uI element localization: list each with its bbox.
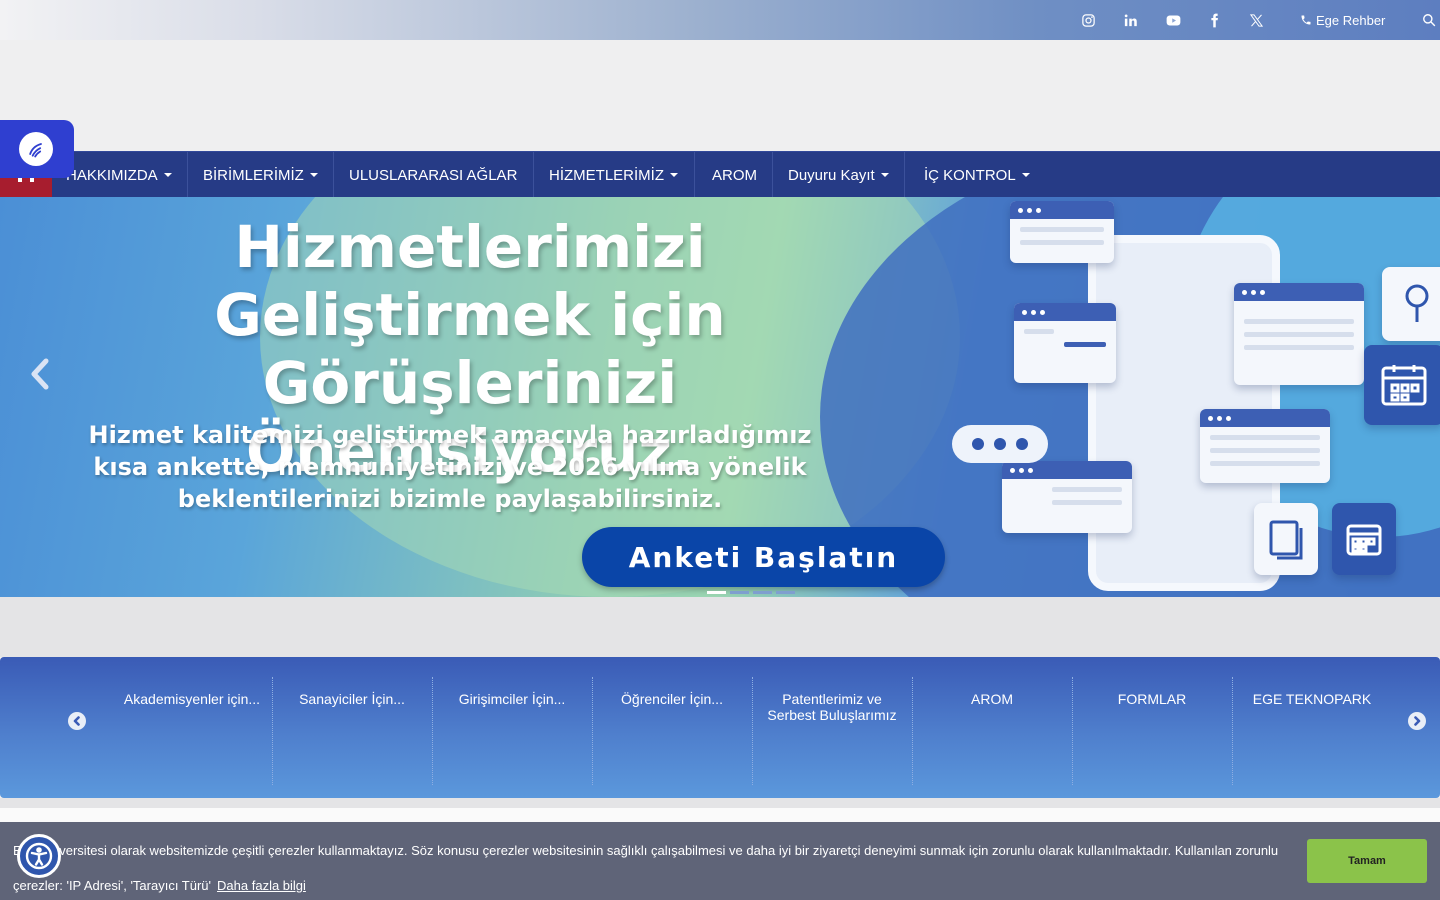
caret-down-icon [1021,173,1030,177]
carousel-next-chevron-icon[interactable] [1408,712,1426,730]
phone-icon [1301,15,1311,25]
quick-link-sanayiciler[interactable]: Sanayiciler İçin... [272,677,432,785]
home-menu-toggle[interactable] [0,176,52,198]
instagram-icon[interactable] [1068,0,1108,40]
search-icon[interactable] [1418,0,1440,40]
illustration-card [1002,461,1132,533]
top-bar: Ege Rehber [0,0,1440,40]
nav-item-uluslararasi-aglar[interactable]: ULUSLARARASI AĞLAR [349,152,517,198]
caret-down-icon [309,173,318,177]
calendar-illustration-icon [1332,503,1396,575]
search-illustration-icon [1382,267,1440,341]
quick-link-ogrenciler[interactable]: Öğrenciler İçin... [592,677,752,785]
slider-dot[interactable] [753,591,772,594]
caret-down-icon [163,173,172,177]
illustration-card [1200,409,1330,483]
accessibility-widget-button[interactable] [0,120,74,178]
quick-link-arom[interactable]: AROM [912,677,1072,785]
nav-item-birimlerimiz[interactable]: BİRİMLERİMİZ [203,152,318,198]
slider-prev-chevron-icon[interactable] [26,357,56,391]
illustration-card [1234,283,1364,385]
slider-dots [707,591,795,594]
illustration-card [1014,303,1116,383]
cookie-text: Ege Üniversitesi olarak websitemizde çeş… [13,843,1279,893]
document-illustration-icon [1254,503,1318,575]
youtube-icon[interactable] [1153,0,1193,40]
slide-subtitle: Hizmet kalitemizi geliştirmek amacıyla h… [88,421,812,513]
chat-bubble-illustration [952,425,1048,463]
accessibility-icon [19,132,53,166]
slider-dot[interactable] [707,591,726,594]
header-logo-area [0,40,1440,151]
nav-item-ic-kontrol[interactable]: İÇ KONTROL [924,152,1030,198]
caret-down-icon [670,173,678,177]
caret-down-icon [880,173,889,177]
quick-links-carousel: Akademisyenler için... Sanayiciler İçin.… [0,657,1440,798]
cookie-accept-button[interactable]: Tamam [1307,839,1427,883]
start-survey-button[interactable]: Anketi Başlatın [582,527,945,587]
cookie-more-info-link[interactable]: Daha fazla bilgi [217,878,306,893]
ege-rehber-label: Ege Rehber [1316,12,1386,28]
facebook-icon[interactable] [1194,0,1234,40]
accessibility-person-icon [25,842,53,870]
cookie-consent-bar: Ege Üniversitesi olarak websitemizde çeş… [0,822,1440,900]
slider-dot[interactable] [730,591,749,594]
accessibility-floating-button[interactable] [17,834,61,878]
illustration-card [1010,201,1114,263]
main-navigation: HAKKIMIZDA BİRİMLERİMİZ ULUSLARARASI AĞL… [0,151,1440,198]
quick-link-ege-teknopark[interactable]: EGE TEKNOPARK [1232,677,1392,785]
quick-link-girisimciler[interactable]: Girişimciler İçin... [432,677,592,785]
nav-item-hizmetlerimiz[interactable]: HİZMETLERİMİZ [549,152,678,198]
nav-item-arom[interactable]: AROM [712,152,757,198]
calendar-illustration-icon [1364,345,1440,425]
nav-item-duyuru-kayit[interactable]: Duyuru Kayıt [788,152,889,198]
hero-slider: Hizmetlerimizi Geliştirmek için Görüşler… [0,197,1440,597]
quick-link-patentler[interactable]: Patentlerimiz ve Serbest Buluşlarımız [752,677,912,785]
ege-rehber-link[interactable]: Ege Rehber [1300,0,1385,40]
nav-item-hakkimizda[interactable]: HAKKIMIZDA [66,152,172,198]
linkedin-icon[interactable] [1110,0,1150,40]
carousel-prev-chevron-icon[interactable] [68,712,86,730]
slider-dot[interactable] [776,591,795,594]
section-spacer [0,798,1440,822]
quick-link-akademisyenler[interactable]: Akademisyenler için... [112,677,272,785]
x-twitter-icon[interactable] [1236,0,1276,40]
quick-link-formlar[interactable]: FORMLAR [1072,677,1232,785]
section-spacer [0,597,1440,657]
